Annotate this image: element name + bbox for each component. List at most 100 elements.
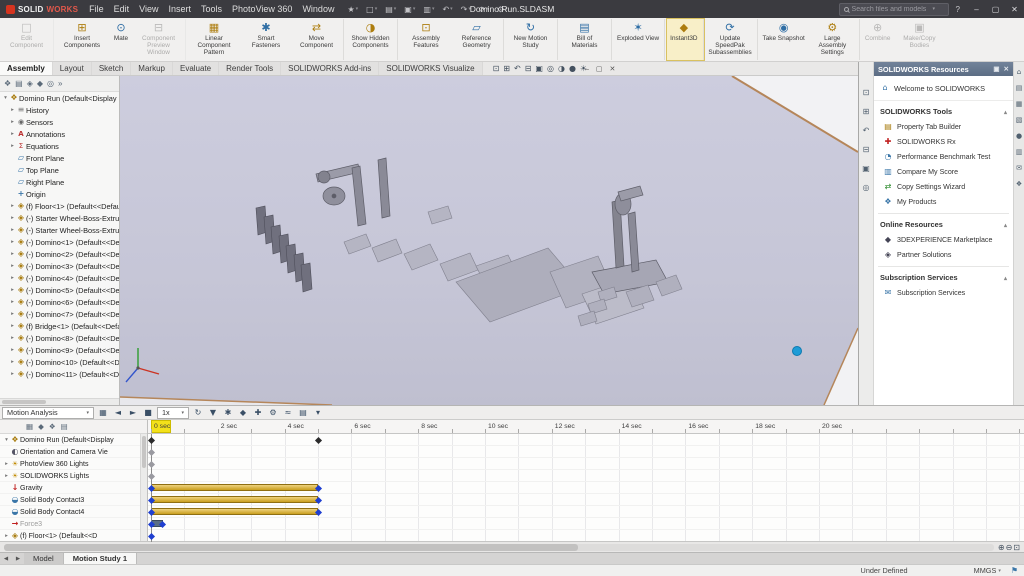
view-orientation-icon[interactable]: ▣ <box>535 64 543 73</box>
undo-icon[interactable]: ↶ <box>438 0 456 18</box>
tree-item-domino-9[interactable]: ▸ (-) Domino<9> (Default<<Defa <box>0 344 119 356</box>
tree-item-domino-2[interactable]: ▸ (-) Domino<2> (Default<<Defa <box>0 248 119 260</box>
smart-fasteners-button[interactable]: ✱ Smart Fasteners <box>240 19 292 60</box>
filter-results-icon[interactable]: ▤ <box>61 422 68 431</box>
task-pane-home-tab[interactable]: ⌂ <box>1017 68 1021 76</box>
motion-item-gravity[interactable]: Gravity <box>0 482 140 494</box>
chevron-up-icon[interactable] <box>1004 273 1007 282</box>
marketplace-tab[interactable]: ❖ <box>1016 180 1022 188</box>
appearances-icon[interactable]: ● <box>569 64 576 73</box>
chevron-up-icon[interactable] <box>1004 107 1007 116</box>
tree-item-domino-run[interactable]: ▾ Domino Run (Default<Display Stat <box>0 92 119 104</box>
keyframe-diamond[interactable] <box>148 472 155 479</box>
tree-item-right-plane[interactable]: Right Plane <box>0 176 119 188</box>
expander-icon[interactable]: ▸ <box>9 251 16 257</box>
tab-sketch[interactable]: Sketch <box>92 62 131 75</box>
hscroll-track[interactable] <box>4 544 994 551</box>
insert-components-button[interactable]: ⊞ Insert Components <box>56 19 108 60</box>
results-plots-icon[interactable]: ▤ <box>296 407 310 419</box>
expander-icon[interactable]: ▾ <box>2 95 9 101</box>
close-pane-icon[interactable]: ✕ <box>1004 65 1009 73</box>
tree-item-domino-10[interactable]: ▸ (-) Domino<10> (Default<<Def <box>0 356 119 368</box>
tree-item-domino-5[interactable]: ▸ (-) Domino<5> (Default<<Defa <box>0 284 119 296</box>
keyframe-diamond[interactable] <box>148 448 155 455</box>
expander-icon[interactable]: ▸ <box>9 143 16 149</box>
side-display-style-icon[interactable]: ◎ <box>863 183 870 192</box>
timeline-track[interactable] <box>148 482 1024 494</box>
timeline-track[interactable] <box>148 434 1024 446</box>
keyframe-diamond[interactable] <box>314 436 321 443</box>
tree-item-domino-11[interactable]: ▸ (-) Domino<11> (Default<<Def <box>0 368 119 380</box>
expander-icon[interactable]: ▸ <box>3 533 10 539</box>
zoom-area-icon[interactable]: ⊞ <box>503 64 510 73</box>
animation-wizard-icon[interactable]: ✱ <box>221 407 235 419</box>
playback-speed-select[interactable]: 1x <box>157 407 189 419</box>
filter-driving-icon[interactable]: ◆ <box>38 422 44 431</box>
motion-tree-vscrollbar[interactable] <box>140 434 147 542</box>
motion-item-force3[interactable]: Force3 <box>0 518 140 530</box>
minimize-button[interactable]: – <box>967 0 986 18</box>
side-view-orientation-icon[interactable]: ▣ <box>862 164 870 173</box>
timeline-hscrollbar[interactable]: ⊕⊖⊡ <box>0 541 1024 552</box>
doc-restore-icon[interactable]: ▢ <box>596 65 603 73</box>
timeline-area[interactable]: 0 sec2 sec4 sec6 sec8 sec10 sec12 sec14 … <box>148 420 1024 542</box>
reference-geometry-button[interactable]: ▱ Reference Geometry <box>452 19 504 60</box>
tab-render-tools[interactable]: Render Tools <box>219 62 281 75</box>
expander-icon[interactable]: ▸ <box>9 275 16 281</box>
motion-item-solid-body-contact4[interactable]: Solid Body Contact4 <box>0 506 140 518</box>
tree-item-domino-4[interactable]: ▸ (-) Domino<4> (Default<<Defa <box>0 272 119 284</box>
tree-item-front-plane[interactable]: Front Plane <box>0 152 119 164</box>
timeline-track[interactable] <box>148 470 1024 482</box>
simulation-setup-icon[interactable]: ≈ <box>281 407 295 419</box>
linear-component-pattern-button[interactable]: ▦ Linear Component Pattern <box>188 19 240 60</box>
expander-icon[interactable]: ▸ <box>9 299 16 305</box>
combine-button[interactable]: ⊕ Combine <box>862 19 894 60</box>
timeline-track[interactable] <box>148 458 1024 470</box>
timeline-zoom-in-icon[interactable]: ⊕ <box>998 543 1005 552</box>
doc-close-icon[interactable]: ✕ <box>610 65 616 73</box>
stop-icon[interactable]: ■ <box>141 407 155 419</box>
expander-icon[interactable]: ▸ <box>9 335 16 341</box>
keyframe-diamond[interactable] <box>159 520 166 527</box>
section-view-icon[interactable]: ⊟ <box>525 64 532 73</box>
tree-item-starter-wheel-2[interactable]: ▸ (-) Starter Wheel-Boss-Extrude1 <box>0 224 119 236</box>
tree-item-domino-3[interactable]: ▸ (-) Domino<3> (Default<<Defa <box>0 260 119 272</box>
expander-icon[interactable]: ▸ <box>9 203 16 209</box>
menu-item[interactable]: PhotoView 360 <box>227 4 297 14</box>
auto-key-icon[interactable]: ◆ <box>236 407 250 419</box>
side-section-view-icon[interactable]: ⊟ <box>863 145 870 154</box>
menu-item[interactable]: Tools <box>196 4 227 14</box>
motion-item-solid-body-contact3[interactable]: Solid Body Contact3 <box>0 494 140 506</box>
expander-icon[interactable]: ▸ <box>9 311 16 317</box>
duration-bar[interactable] <box>151 484 318 491</box>
chevron-up-icon[interactable] <box>1004 220 1007 229</box>
displaymanager-tab[interactable]: ◎ <box>47 79 54 88</box>
mate-button[interactable]: ⊙ Mate <box>108 19 134 60</box>
timeline-tracks[interactable] <box>148 434 1024 542</box>
menu-item[interactable]: Insert <box>164 4 197 14</box>
tab-evaluate[interactable]: Evaluate <box>173 62 219 75</box>
new-motion-study-button[interactable]: ↻ New Motion Study <box>506 19 558 60</box>
section-subscription-services[interactable]: Subscription Services <box>874 267 1013 285</box>
show-hidden-components-button[interactable]: ◑ Show Hidden Components <box>346 19 398 60</box>
duration-bar[interactable] <box>151 508 318 515</box>
motion-item-solidworks-lights[interactable]: ▸ SOLIDWORKS Lights <box>0 470 140 482</box>
filter-selected-icon[interactable]: ❖ <box>49 422 56 431</box>
keyframe-diamond[interactable] <box>148 460 155 467</box>
pane-options-icon[interactable]: ▣ <box>993 65 999 73</box>
property-tab-builder-link[interactable]: Property Tab Builder <box>874 119 1013 134</box>
play-icon[interactable]: ► <box>126 407 140 419</box>
timeline-track[interactable] <box>148 446 1024 458</box>
graphics-area[interactable] <box>120 76 858 405</box>
side-zoom-fit-icon[interactable]: ⊡ <box>863 88 870 97</box>
featuremanager-tree-tab[interactable]: ❖ <box>4 79 11 88</box>
expand-tabs-icon[interactable]: » <box>58 79 62 88</box>
large-assembly-settings-button[interactable]: ⚙ Large Assembly Settings <box>808 19 860 60</box>
motion-study-1-tab[interactable]: Motion Study 1 <box>64 553 137 564</box>
open-document-icon[interactable]: ▤ <box>381 0 400 18</box>
section-online-resources[interactable]: Online Resources <box>874 214 1013 232</box>
expander-icon[interactable]: ▸ <box>9 131 16 137</box>
calculate-icon[interactable]: ▦ <box>96 407 110 419</box>
hide-show-items-icon[interactable]: ◑ <box>558 64 565 73</box>
expander-icon[interactable]: ▸ <box>9 323 16 329</box>
